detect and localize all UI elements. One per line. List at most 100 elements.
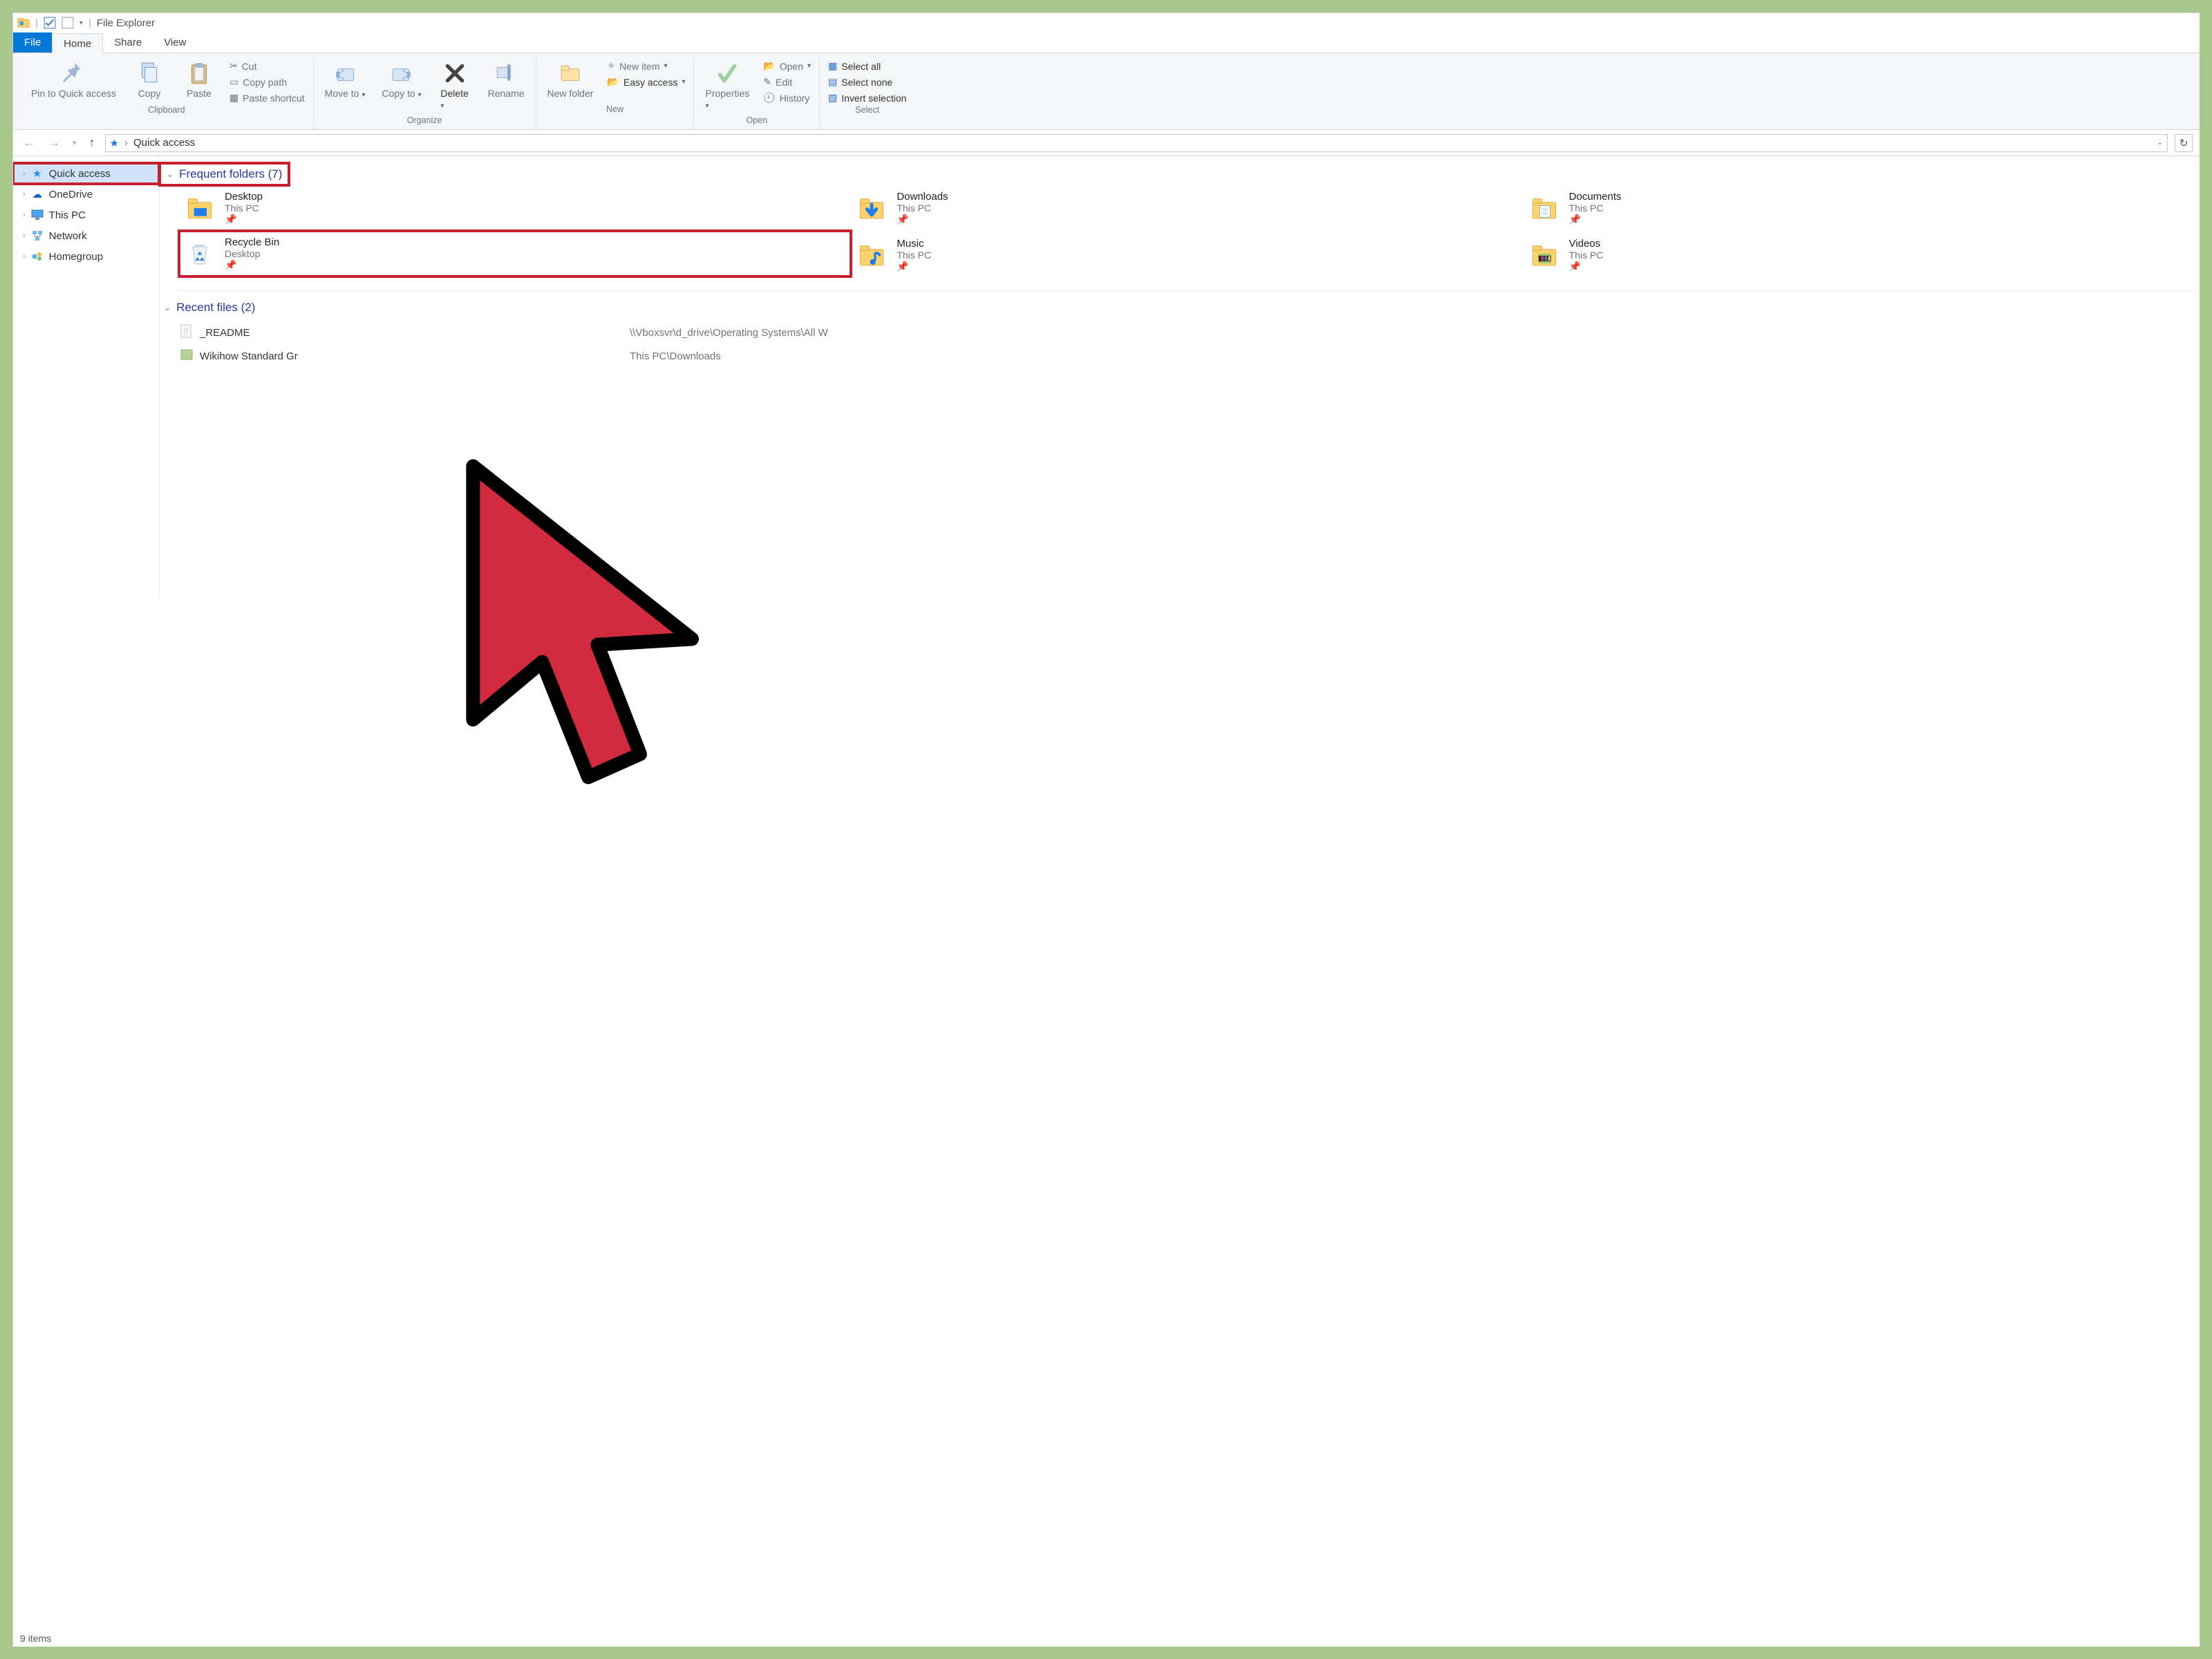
open-button[interactable]: 📂 Open ▾	[763, 60, 811, 72]
new-folder-button[interactable]: New folder	[545, 60, 597, 103]
chevron-right-icon: ›	[23, 190, 26, 198]
forward-button[interactable]: →	[45, 135, 63, 150]
select-all-button[interactable]: ▦ Select all	[828, 60, 906, 72]
folder-name: Downloads	[897, 191, 948, 203]
chevron-down-icon: ▾	[418, 91, 422, 99]
status-bar: 9 items	[20, 1633, 51, 1644]
new-item-button[interactable]: ✧ New item ▾	[607, 60, 685, 72]
rename-button[interactable]: Rename	[485, 60, 527, 103]
onedrive-icon: ☁	[31, 188, 44, 200]
sidebar-item-quick-access[interactable]: › ★ Quick access	[13, 163, 159, 184]
pinned-icon: 📌	[1569, 261, 1604, 272]
invert-selection-button[interactable]: ▧ Invert selection	[828, 92, 906, 104]
desktop-folder-icon	[183, 191, 216, 225]
folder-item-music[interactable]: Music This PC 📌	[851, 231, 1523, 279]
blank-icon[interactable]	[62, 17, 74, 29]
pin-label: Pin to Quick access	[31, 88, 116, 99]
chevron-right-icon: ›	[23, 232, 26, 240]
sidebar-item-this-pc[interactable]: › This PC	[13, 205, 159, 225]
recent-files-list: _README \\Vboxsvr\d_drive\Operating Syst…	[160, 320, 2195, 367]
paste-label: Paste	[187, 88, 212, 99]
history-button[interactable]: 🕘 History	[763, 92, 811, 104]
tab-share[interactable]: Share	[103, 32, 153, 53]
select-all-icon: ▦	[828, 60, 837, 72]
folder-item-desktop[interactable]: Desktop This PC 📌	[179, 185, 851, 231]
copy-to-label: Copy to	[382, 88, 415, 99]
properties-check-icon	[715, 62, 739, 85]
window-frame: | ▾ | File Explorer File Home Share View…	[12, 12, 2200, 1647]
edit-button[interactable]: ✎ Edit	[763, 76, 811, 88]
frequent-folders-grid: Desktop This PC 📌 Downloads This PC 📌	[160, 185, 2195, 279]
select-none-button[interactable]: ▤ Select none	[828, 76, 906, 88]
ribbon-tabs: File Home Share View	[13, 32, 2200, 53]
paste-shortcut-button[interactable]: ▦ Paste shortcut	[229, 92, 305, 104]
separator: |	[35, 17, 38, 29]
image-file-icon	[180, 349, 193, 363]
tab-file[interactable]: File	[13, 32, 52, 53]
invert-icon: ▧	[828, 92, 837, 104]
videos-folder-icon	[1528, 238, 1561, 272]
easy-access-button[interactable]: 📂 Easy access ▾	[607, 76, 685, 88]
divider	[178, 290, 2195, 291]
sidebar-item-label: Quick access	[49, 168, 111, 180]
section-frequent-folders[interactable]: ⌄ Frequent folders (7)	[160, 163, 289, 185]
cut-button[interactable]: ✂ Cut	[229, 60, 305, 72]
address-bar[interactable]: ★ › Quick access ⌄	[105, 134, 2168, 152]
folder-name: Recycle Bin	[225, 236, 279, 248]
checkbox-icon[interactable]	[44, 17, 56, 29]
sidebar-item-homegroup[interactable]: › Homegroup	[13, 246, 159, 267]
folder-item-videos[interactable]: Videos This PC 📌	[1524, 231, 2195, 279]
copy-button[interactable]: Copy	[130, 60, 169, 103]
delete-button[interactable]: Delete▾	[435, 60, 474, 114]
chevron-down-icon: ⌄	[167, 169, 174, 179]
folder-name: Documents	[1569, 191, 1622, 203]
rename-icon	[494, 62, 518, 85]
recent-locations-dropdown[interactable]: ▾	[70, 138, 79, 147]
rename-label: Rename	[488, 88, 525, 99]
edit-icon: ✎	[763, 76, 771, 88]
folder-name: Desktop	[225, 191, 263, 203]
copy-to-icon	[390, 62, 413, 85]
section-recent-files[interactable]: ⌄ Recent files (2)	[160, 298, 2195, 320]
edit-label: Edit	[776, 77, 792, 88]
address-dropdown[interactable]: ⌄	[2157, 139, 2163, 147]
folder-location: Desktop	[225, 248, 260, 259]
sidebar-item-label: Network	[49, 230, 87, 242]
recent-file-row[interactable]: Wikihow Standard Gr This PC\Downloads	[180, 345, 2195, 367]
qat-dropdown[interactable]: ▾	[79, 19, 83, 27]
move-to-button[interactable]: Move to ▾	[322, 60, 368, 103]
group-open: Properties▾ 📂 Open ▾ ✎ Edit 🕘 History	[694, 57, 820, 129]
recent-file-row[interactable]: _README \\Vboxsvr\d_drive\Operating Syst…	[180, 320, 2195, 345]
folder-item-downloads[interactable]: Downloads This PC 📌	[851, 185, 1523, 231]
monitor-icon	[31, 209, 44, 221]
paste-shortcut-label: Paste shortcut	[243, 93, 305, 104]
refresh-button[interactable]: ↻	[2175, 134, 2193, 152]
group-new: New folder ✧ New item ▾ 📂 Easy access ▾ …	[536, 57, 695, 129]
folder-item-documents[interactable]: Documents This PC 📌	[1524, 185, 2195, 231]
chevron-down-icon: ▾	[362, 91, 365, 99]
path-icon: ▭	[229, 76, 238, 88]
music-folder-icon	[855, 238, 888, 272]
history-label: History	[780, 93, 810, 104]
copy-path-button[interactable]: ▭ Copy path	[229, 76, 305, 88]
sidebar-item-onedrive[interactable]: › ☁ OneDrive	[13, 184, 159, 205]
copy-to-button[interactable]: Copy to ▾	[379, 60, 424, 103]
pin-to-quick-access-button[interactable]: Pin to Quick access	[28, 60, 119, 103]
paste-button[interactable]: Paste	[180, 60, 218, 103]
shortcut-icon: ▦	[229, 92, 238, 104]
sidebar-item-network[interactable]: › Network	[13, 225, 159, 246]
properties-button[interactable]: Properties▾	[702, 60, 752, 114]
pinned-icon: 📌	[225, 214, 263, 225]
up-button[interactable]: ↑	[86, 135, 98, 150]
quick-access-star-icon: ★	[110, 137, 119, 149]
chevron-right-icon: ›	[23, 169, 26, 178]
cursor-overlay	[450, 453, 727, 813]
tab-view[interactable]: View	[153, 32, 197, 53]
tab-home[interactable]: Home	[52, 33, 103, 53]
scissors-icon: ✂	[229, 60, 238, 72]
breadcrumb-root[interactable]: Quick access	[133, 137, 195, 149]
body: › ★ Quick access › ☁ OneDrive › This PC …	[13, 156, 2200, 599]
folder-item-recycle-bin[interactable]: Recycle Bin Desktop 📌	[179, 231, 851, 276]
pinned-icon: 📌	[1569, 214, 1622, 225]
back-button[interactable]: ←	[20, 135, 38, 150]
